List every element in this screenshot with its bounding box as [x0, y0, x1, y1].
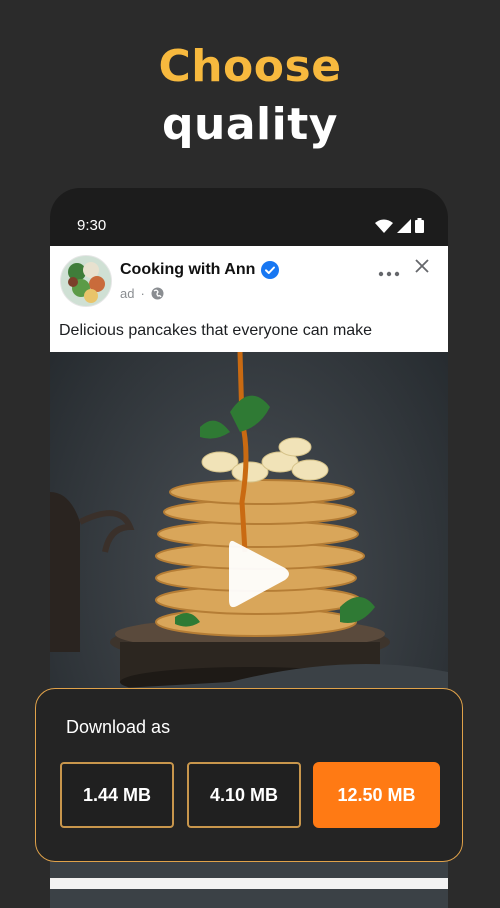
post-below-strip: [50, 878, 448, 889]
headline-line-2: quality: [162, 99, 338, 150]
post-caption: Delicious pancakes that everyone can mak…: [59, 322, 373, 339]
more-options-icon[interactable]: [378, 261, 400, 282]
page-name-link[interactable]: Cooking with Ann: [120, 261, 280, 279]
headline: Choose quality: [0, 38, 500, 154]
post-meta: ad ·: [120, 286, 164, 301]
page-avatar[interactable]: [60, 255, 112, 307]
headline-line-1: Choose: [158, 41, 342, 92]
download-sheet: Download as 1.44 MB 4.10 MB 12.50 MB: [35, 688, 463, 862]
download-title: Download as: [66, 717, 171, 737]
status-bar: 9:30: [50, 188, 448, 246]
verified-badge-icon: [261, 261, 280, 279]
ad-label: ad: [120, 286, 135, 301]
quality-option-2[interactable]: 4.10 MB: [187, 762, 301, 828]
globe-icon: [151, 287, 164, 300]
close-icon[interactable]: [412, 256, 432, 276]
signal-icon: [397, 218, 411, 233]
wifi-icon: [375, 219, 393, 233]
post-header-card: Cooking with Ann ad · Delicious pancakes…: [50, 246, 448, 352]
quality-option-1[interactable]: 1.44 MB: [60, 762, 174, 828]
status-time: 9:30: [77, 217, 107, 234]
battery-icon: [415, 218, 424, 233]
quality-option-3[interactable]: 12.50 MB: [313, 762, 440, 828]
meta-separator: ·: [140, 286, 145, 301]
page-name[interactable]: Cooking with Ann: [120, 261, 255, 279]
play-icon[interactable]: [215, 534, 295, 614]
